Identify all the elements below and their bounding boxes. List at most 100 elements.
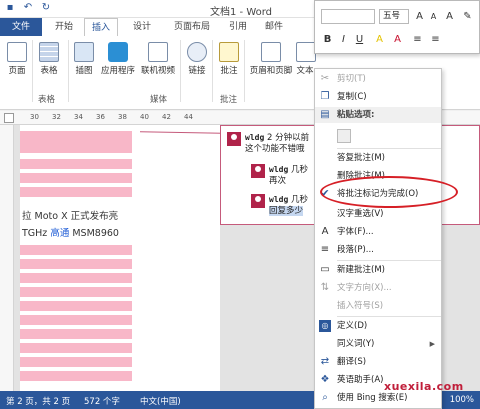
illustration-icon bbox=[74, 42, 94, 62]
highlighted-text-block bbox=[20, 371, 132, 381]
styles-icon[interactable]: A bbox=[443, 10, 456, 24]
highlight-color-button[interactable]: A bbox=[373, 33, 386, 47]
text-button[interactable]: 文本 bbox=[296, 42, 316, 76]
table-button[interactable]: 表格 bbox=[36, 42, 62, 76]
menu-item-new-comment[interactable]: ▭ 新建批注(M) bbox=[315, 262, 441, 278]
avatar bbox=[227, 132, 241, 146]
text-link[interactable]: 高通 bbox=[50, 228, 69, 239]
window-title: 文档1 - Word bbox=[210, 7, 273, 18]
divider bbox=[244, 40, 245, 102]
header-footer-button[interactable]: 页眉和页脚 bbox=[248, 42, 294, 76]
ruler-number: 30 bbox=[30, 113, 39, 121]
comment-text: wldg 2 分钟以前 这个功能不错哦 bbox=[245, 132, 309, 155]
divider bbox=[32, 40, 33, 102]
avatar bbox=[251, 194, 265, 208]
document-page[interactable]: 拉 Moto X 正式发布亮 TGHz 高通 MSM8960 bbox=[20, 125, 220, 391]
mini-toolbar: 五号 A A A ✎ B I U A A ≡ ≡ bbox=[314, 0, 480, 54]
ruler-number: 40 bbox=[140, 113, 149, 121]
highlighted-text-block bbox=[20, 259, 132, 269]
ruler-number: 38 bbox=[118, 113, 127, 121]
context-menu: ✂ 剪切(T) ❐ 复制(C) ▤ 粘贴选项: 答复批注(M) 删除批注(M) … bbox=[314, 68, 442, 409]
language-indicator[interactable]: 中文(中国) bbox=[140, 395, 181, 407]
comment-body: 这个功能不错哦 bbox=[245, 144, 305, 154]
shrink-font-icon[interactable]: A bbox=[427, 10, 440, 24]
ruler-number: 44 bbox=[184, 113, 193, 121]
menu-item-reconvert[interactable]: 汉字重选(V) bbox=[315, 206, 441, 222]
font-size-field[interactable]: 五号 bbox=[379, 9, 409, 24]
menu-item-cut[interactable]: ✂ 剪切(T) bbox=[315, 71, 441, 87]
app-icon bbox=[108, 42, 128, 62]
highlighted-text-block bbox=[20, 315, 132, 325]
font-color-button[interactable]: A bbox=[391, 33, 404, 47]
vertical-ruler bbox=[0, 125, 14, 391]
apps-button[interactable]: 应用程序 bbox=[100, 42, 136, 76]
tab-mailings[interactable]: 邮件 bbox=[258, 18, 290, 36]
menu-item-paragraph[interactable]: ≡ 段落(P)... bbox=[315, 242, 441, 258]
avatar bbox=[251, 164, 265, 178]
undo-icon[interactable]: ↶ bbox=[22, 2, 34, 14]
menu-item-label: 翻译(S) bbox=[337, 357, 367, 367]
save-icon[interactable]: ▪ bbox=[4, 2, 16, 14]
zoom-level[interactable]: 100% bbox=[450, 395, 474, 405]
underline-button[interactable]: U bbox=[353, 33, 366, 47]
menu-item-define[interactable]: ◎ 定义(D) bbox=[315, 318, 441, 334]
menu-item-font[interactable]: A 字体(F)... bbox=[315, 224, 441, 240]
format-painter-icon[interactable]: ✎ bbox=[461, 10, 474, 24]
text-label: 文本 bbox=[296, 66, 314, 76]
menu-item-label: 汉字重选(V) bbox=[337, 209, 384, 219]
online-video-label: 联机视频 bbox=[140, 66, 175, 76]
page-count[interactable]: 第 2 页，共 2 页 bbox=[6, 395, 70, 407]
tab-insert[interactable]: 插入 bbox=[84, 18, 118, 36]
comment-body: 回复多少 bbox=[269, 206, 304, 216]
grow-font-icon[interactable]: A bbox=[413, 10, 426, 24]
online-video-button[interactable]: 联机视频 bbox=[138, 42, 178, 76]
media-group-label: 媒体 bbox=[150, 95, 168, 105]
illustrations-label: 插图 bbox=[75, 66, 93, 76]
menu-item-label: 文字方向(X)... bbox=[337, 283, 392, 293]
header-footer-label: 页眉和页脚 bbox=[249, 66, 293, 76]
pages-label: 页面 bbox=[8, 66, 26, 76]
tab-selector[interactable] bbox=[4, 113, 14, 123]
comment-button[interactable]: 批注 bbox=[216, 42, 242, 76]
comment-text: wldg 几秒 再次 bbox=[269, 164, 308, 187]
word-count[interactable]: 572 个字 bbox=[84, 395, 120, 407]
comment-time: 几秒 bbox=[290, 165, 308, 175]
redo-icon[interactable]: ↻ bbox=[40, 2, 52, 14]
bullets-button[interactable]: ≡ bbox=[411, 33, 424, 47]
font-name-field[interactable] bbox=[321, 9, 375, 24]
paste-option-button[interactable] bbox=[315, 125, 441, 147]
pages-button[interactable]: 页面 bbox=[4, 42, 30, 76]
menu-item-reply-comment[interactable]: 答复批注(M) bbox=[315, 150, 441, 166]
chevron-right-icon: ▶ bbox=[429, 340, 435, 348]
highlighted-text-block bbox=[20, 245, 132, 255]
comment-label: 批注 bbox=[220, 66, 238, 76]
menu-separator bbox=[337, 316, 441, 317]
menu-item-insert-symbol[interactable]: 插入符号(S) bbox=[315, 298, 441, 314]
tables-group-label: 表格 bbox=[38, 95, 56, 105]
italic-button[interactable]: I bbox=[337, 33, 350, 47]
comments-group-label: 批注 bbox=[220, 95, 238, 105]
comment-text: wldg 几秒 回复多少 bbox=[269, 194, 308, 217]
bold-button[interactable]: B bbox=[321, 33, 334, 47]
menu-item-synonyms[interactable]: 同义词(Y) ▶ bbox=[315, 336, 441, 352]
paste-icon: ▤ bbox=[320, 109, 330, 120]
menu-item-label: 同义词(Y) bbox=[337, 339, 375, 349]
watermark: xuexila.com bbox=[384, 380, 464, 393]
menu-item-label: 复制(C) bbox=[337, 92, 367, 102]
file-tab[interactable]: 文件 bbox=[0, 18, 42, 36]
table-icon bbox=[39, 42, 59, 62]
tab-page-layout[interactable]: 页面布局 bbox=[168, 18, 216, 36]
menu-item-copy[interactable]: ❐ 复制(C) bbox=[315, 89, 441, 105]
tab-design[interactable]: 设计 bbox=[126, 18, 158, 36]
numbering-button[interactable]: ≡ bbox=[429, 33, 442, 47]
illustrations-button[interactable]: 插图 bbox=[72, 42, 96, 76]
menu-header-paste-options: ▤ 粘贴选项: bbox=[315, 107, 441, 123]
header-footer-icon bbox=[261, 42, 281, 62]
comment-author: wldg bbox=[269, 195, 289, 204]
menu-item-text-direction[interactable]: ⇅ 文字方向(X)... bbox=[315, 280, 441, 296]
tab-references[interactable]: 引用 bbox=[222, 18, 254, 36]
links-button[interactable]: 链接 bbox=[184, 42, 210, 76]
tab-home[interactable]: 开始 bbox=[48, 18, 80, 36]
menu-item-translate[interactable]: ⇄ 翻译(S) bbox=[315, 354, 441, 370]
ruler-number: 34 bbox=[74, 113, 83, 121]
